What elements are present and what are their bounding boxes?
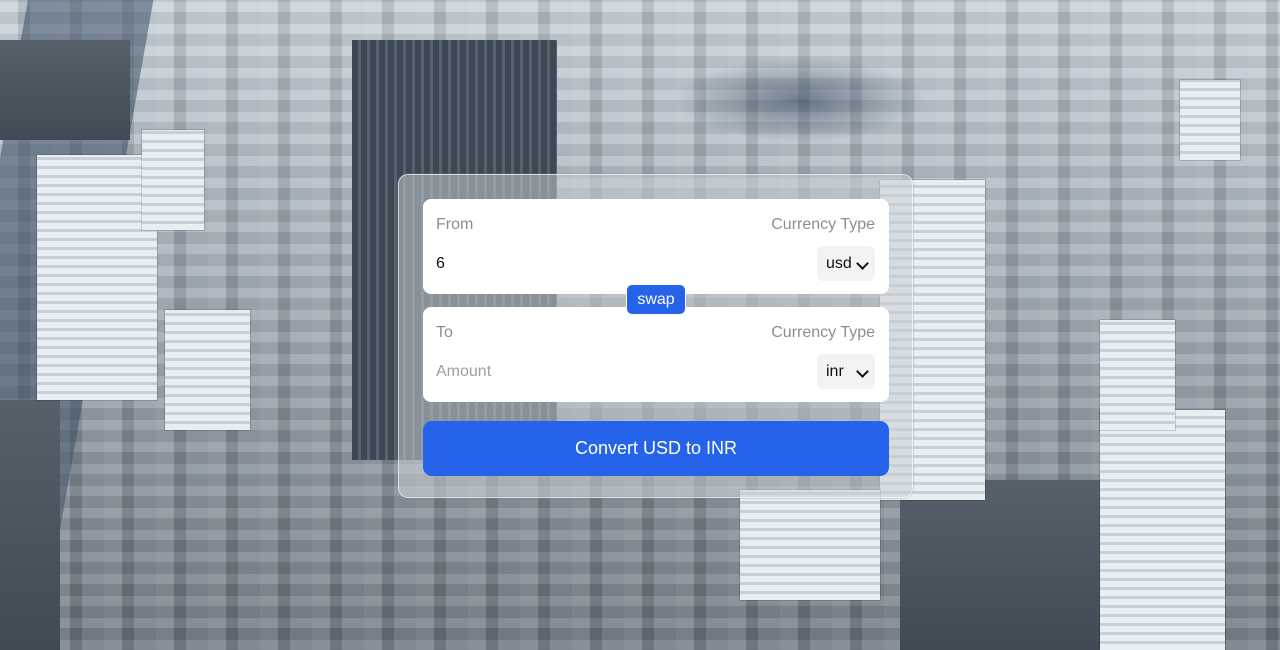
white-tower-left [37,155,157,400]
swap-button[interactable]: swap [626,284,686,315]
from-currency-type-label: Currency Type [771,216,875,233]
harbor-water-lower [0,400,60,650]
tower-bottom-center [740,490,880,600]
from-label: From [436,216,474,233]
chevron-down-icon [856,257,869,270]
tower-left-low [165,310,250,430]
from-currency-selected: usd [826,255,852,272]
convert-button[interactable]: Convert USD to INR [423,421,889,476]
converter-card: From Currency Type usd To Currency Type … [398,174,913,498]
from-currency-select[interactable]: usd [817,246,875,281]
tower-left-mid [142,130,204,230]
canal-water [900,480,1120,650]
harbor-water [0,40,130,140]
tower-right [1100,410,1225,650]
from-amount-input[interactable] [436,251,736,277]
from-panel: From Currency Type usd [423,199,889,294]
chevron-down-icon [856,365,869,378]
to-label: To [436,324,453,341]
to-panel: To Currency Type inr [423,307,889,402]
tower-right-top [1180,80,1240,160]
tower-right-mid [1100,320,1175,430]
to-currency-select[interactable]: inr [817,354,875,389]
to-currency-selected: inr [826,363,844,380]
to-currency-type-label: Currency Type [771,324,875,341]
to-amount-input[interactable] [436,359,736,385]
